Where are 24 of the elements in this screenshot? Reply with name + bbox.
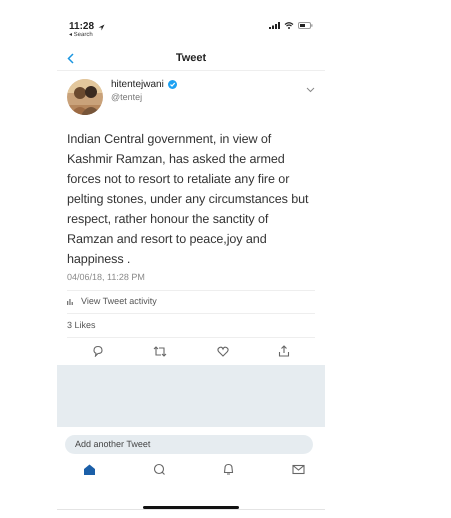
home-icon[interactable] xyxy=(83,463,96,476)
chevron-down-icon[interactable] xyxy=(306,86,315,93)
bar-chart-icon xyxy=(67,299,73,306)
author-handle[interactable]: @tentej xyxy=(111,90,306,104)
heart-icon[interactable] xyxy=(216,346,229,357)
location-icon xyxy=(98,24,106,30)
tweet-activity-link[interactable]: View Tweet activity xyxy=(81,295,157,309)
signal-icon xyxy=(269,22,280,29)
battery-icon xyxy=(298,22,313,29)
author-name[interactable]: hitentejwani xyxy=(111,78,164,91)
likes-count[interactable]: 3 Likes xyxy=(67,318,96,332)
tweet-text: Indian Central government, in view of Kashmir Ramzan, has asked the armed forces not to resort to retaliate any fire or pelting stones, under any circumstances but respect, rather honour the sanctity of Ramzan and resort to peace,joy and happiness . xyxy=(66,130,310,268)
reply-icon[interactable] xyxy=(92,345,104,358)
bell-icon[interactable] xyxy=(222,463,236,476)
retweet-icon[interactable] xyxy=(153,346,168,357)
mail-icon[interactable] xyxy=(292,463,305,476)
status-time: 11:28 xyxy=(69,22,94,32)
add-tweet-field[interactable]: Add another Tweet xyxy=(65,435,313,454)
back-icon[interactable] xyxy=(67,52,74,64)
screen-title: Tweet xyxy=(176,50,206,66)
wifi-icon xyxy=(284,22,294,29)
share-icon[interactable] xyxy=(278,345,290,358)
search-icon[interactable] xyxy=(152,463,166,476)
tweet-timestamp: 04/06/18, 11:28 PM xyxy=(66,272,146,282)
